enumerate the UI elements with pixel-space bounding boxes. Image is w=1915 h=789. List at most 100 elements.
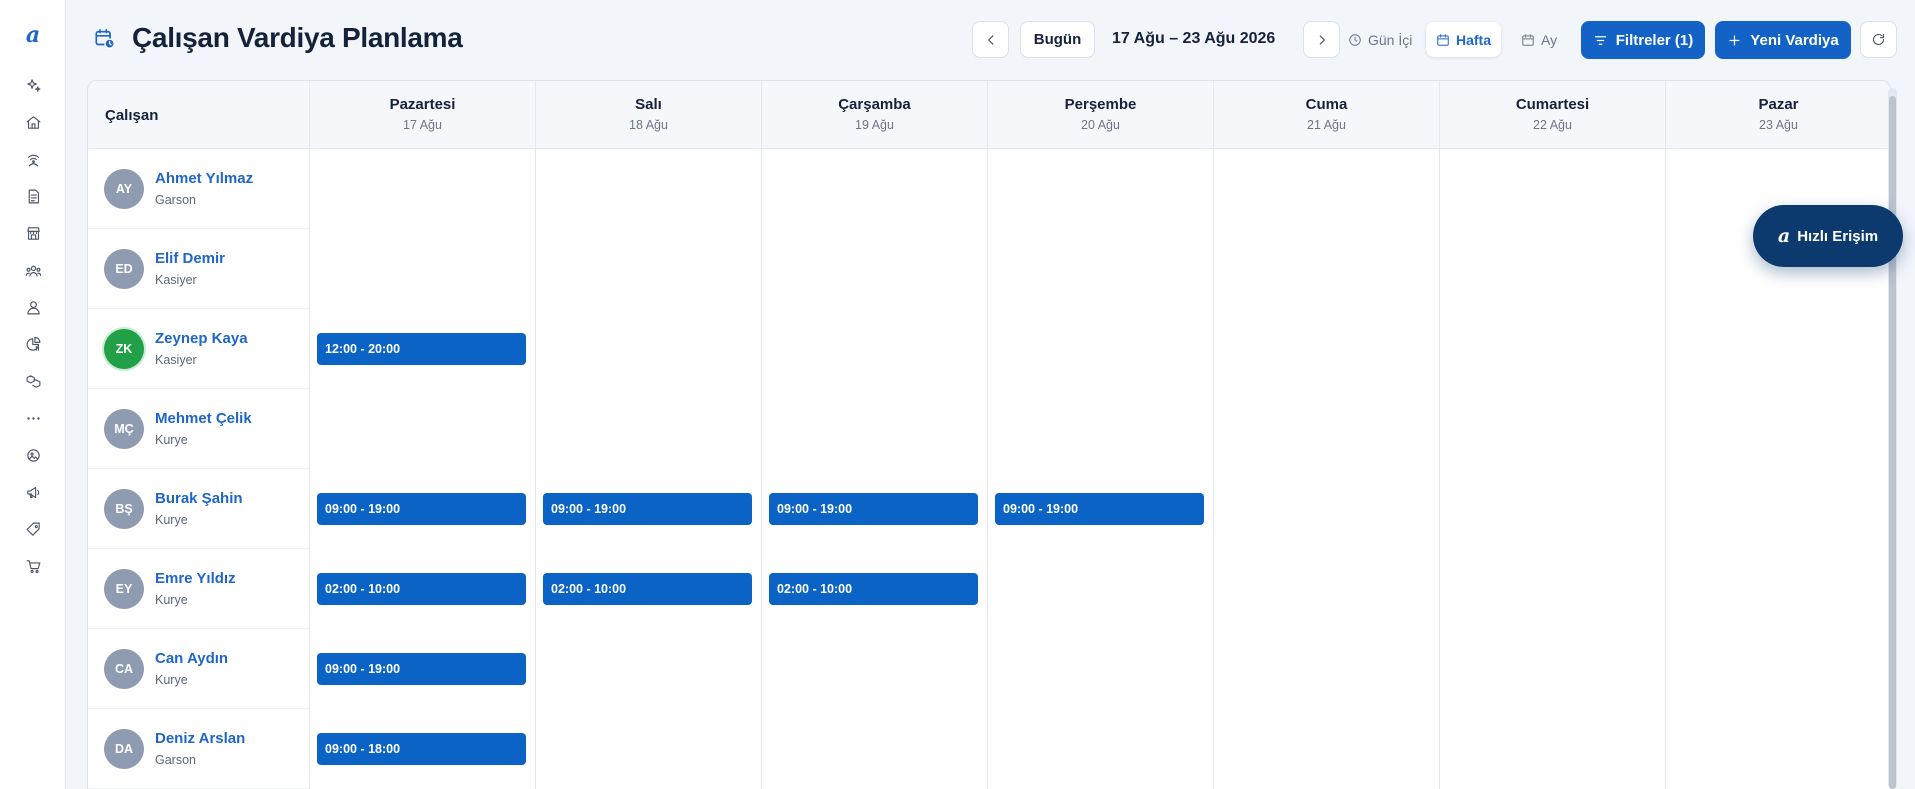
calendar-month-icon bbox=[1522, 33, 1534, 46]
avatar: AY bbox=[104, 169, 144, 209]
megaphone-icon[interactable] bbox=[13, 479, 53, 505]
team-icon[interactable] bbox=[13, 257, 53, 283]
view-day-button[interactable]: Gün İçi bbox=[1338, 22, 1422, 57]
avatar: CA bbox=[104, 649, 144, 689]
employee-name-link[interactable]: Deniz Arslan bbox=[155, 730, 245, 747]
chevron-right-icon bbox=[1319, 34, 1325, 45]
home-icon[interactable] bbox=[13, 109, 53, 135]
view-month-label: Ay bbox=[1541, 31, 1558, 48]
store-icon[interactable] bbox=[13, 220, 53, 246]
day-column-header: Pazartesi 17 Ağu bbox=[309, 81, 535, 149]
day-date: 21 Ağu bbox=[1307, 118, 1346, 132]
day-column-header: Perşembe 20 Ağu bbox=[987, 81, 1213, 149]
employee-role: Garson bbox=[155, 193, 196, 207]
filter-icon bbox=[1594, 35, 1606, 45]
employee-name-link[interactable]: Ahmet Yılmaz bbox=[155, 170, 253, 187]
document-list-icon[interactable] bbox=[13, 183, 53, 209]
quick-access-label: Hızlı Erişim bbox=[1797, 227, 1879, 245]
view-week-button[interactable]: Hafta bbox=[1426, 22, 1502, 57]
refresh-button[interactable] bbox=[1860, 21, 1897, 58]
calendar-badge-icon bbox=[94, 28, 116, 50]
shift-block[interactable]: 02:00 - 10:00 bbox=[769, 573, 978, 605]
avatar: EY bbox=[104, 569, 144, 609]
employee-role: Kurye bbox=[155, 433, 188, 447]
wifi-hand-icon[interactable] bbox=[13, 146, 53, 172]
day-name: Salı bbox=[635, 96, 662, 113]
shift-block[interactable]: 09:00 - 19:00 bbox=[317, 493, 526, 525]
view-week-label: Hafta bbox=[1456, 31, 1492, 48]
avatar: ZK bbox=[104, 329, 144, 369]
day-name: Cumartesi bbox=[1515, 96, 1590, 113]
employee-name-link[interactable]: Elif Demir bbox=[155, 250, 225, 267]
employee-role: Kurye bbox=[155, 593, 188, 607]
sidebar: a bbox=[0, 0, 66, 789]
shift-block[interactable]: 09:00 - 19:00 bbox=[317, 653, 526, 685]
employee-row: MÇ Mehmet Çelik Kurye bbox=[88, 389, 309, 469]
employee-row: AY Ahmet Yılmaz Garson bbox=[88, 149, 309, 229]
day-column-divider bbox=[987, 149, 988, 789]
avatar: ED bbox=[104, 249, 144, 289]
employee-role: Kasiyer bbox=[155, 273, 197, 287]
employee-row: CA Can Aydın Kurye bbox=[88, 629, 309, 709]
day-column-header: Çarşamba 19 Ağu bbox=[761, 81, 987, 149]
employee-column-divider bbox=[309, 149, 310, 789]
chevron-left-icon bbox=[987, 34, 993, 45]
boxes-icon[interactable] bbox=[13, 368, 53, 394]
shift-block[interactable]: 09:00 - 19:00 bbox=[543, 493, 752, 525]
previous-week-button[interactable] bbox=[972, 21, 1009, 58]
view-month-button[interactable]: Ay bbox=[1511, 22, 1567, 57]
avatar: MÇ bbox=[104, 409, 144, 449]
employee-name-link[interactable]: Can Aydın bbox=[155, 650, 228, 667]
more-dots-icon[interactable] bbox=[13, 405, 53, 431]
employee-role: Garson bbox=[155, 753, 196, 767]
avatar: BŞ bbox=[104, 489, 144, 529]
scrollbar-thumb[interactable] bbox=[1889, 96, 1896, 789]
day-name: Çarşamba bbox=[838, 96, 911, 113]
shift-block[interactable]: 02:00 - 10:00 bbox=[317, 573, 526, 605]
employee-name-link[interactable]: Mehmet Çelik bbox=[155, 410, 252, 427]
employee-row: ZK Zeynep Kaya Kasiyer bbox=[88, 309, 309, 389]
employee-row: ED Elif Demir Kasiyer bbox=[88, 229, 309, 309]
cart-icon[interactable] bbox=[13, 553, 53, 579]
day-column-header: Salı 18 Ağu bbox=[535, 81, 761, 149]
employee-column-header: Çalışan bbox=[105, 106, 159, 124]
quick-access-button[interactable]: a Hızlı Erişim bbox=[1753, 205, 1903, 267]
today-button[interactable]: Bugün bbox=[1020, 21, 1095, 58]
day-date: 18 Ağu bbox=[629, 118, 668, 132]
day-column-divider bbox=[1439, 149, 1440, 789]
day-date: 20 Ağu bbox=[1081, 118, 1120, 132]
chart-pie-icon[interactable] bbox=[13, 331, 53, 357]
day-column-header: Cumartesi 22 Ağu bbox=[1439, 81, 1665, 149]
plus-icon bbox=[1729, 35, 1740, 45]
employee-role: Kurye bbox=[155, 513, 188, 527]
employee-row: BŞ Burak Şahin Kurye bbox=[88, 469, 309, 549]
day-column-divider bbox=[1665, 149, 1666, 789]
day-name: Pazar bbox=[1758, 96, 1799, 113]
app-logo[interactable]: a bbox=[0, 22, 66, 48]
filters-button[interactable]: Filtreler (1) bbox=[1581, 21, 1705, 59]
employee-name-link[interactable]: Burak Şahin bbox=[155, 490, 243, 507]
clock-icon bbox=[1349, 33, 1361, 46]
day-name: Perşembe bbox=[1064, 96, 1137, 113]
day-date: 19 Ağu bbox=[855, 118, 894, 132]
user-icon[interactable] bbox=[13, 294, 53, 320]
image-circle-icon[interactable] bbox=[13, 442, 53, 468]
shift-block[interactable]: 09:00 - 19:00 bbox=[995, 493, 1204, 525]
sparkles-icon[interactable] bbox=[13, 72, 53, 98]
next-week-button[interactable] bbox=[1303, 21, 1340, 58]
day-column-divider bbox=[761, 149, 762, 789]
shift-block[interactable]: 09:00 - 19:00 bbox=[769, 493, 978, 525]
tag-icon[interactable] bbox=[13, 516, 53, 542]
calendar-icon bbox=[1437, 33, 1449, 46]
employee-name-link[interactable]: Emre Yıldız bbox=[155, 570, 236, 587]
shift-block[interactable]: 12:00 - 20:00 bbox=[317, 333, 526, 365]
filters-label: Filtreler (1) bbox=[1615, 31, 1694, 49]
shift-block[interactable]: 02:00 - 10:00 bbox=[543, 573, 752, 605]
employee-role: Kurye bbox=[155, 673, 188, 687]
employee-name-link[interactable]: Zeynep Kaya bbox=[155, 330, 248, 347]
view-day-label: Gün İçi bbox=[1368, 31, 1413, 48]
day-column-divider bbox=[535, 149, 536, 789]
shift-block[interactable]: 09:00 - 18:00 bbox=[317, 733, 526, 765]
day-name: Pazartesi bbox=[389, 96, 456, 113]
new-shift-button[interactable]: Yeni Vardiya bbox=[1715, 21, 1851, 59]
